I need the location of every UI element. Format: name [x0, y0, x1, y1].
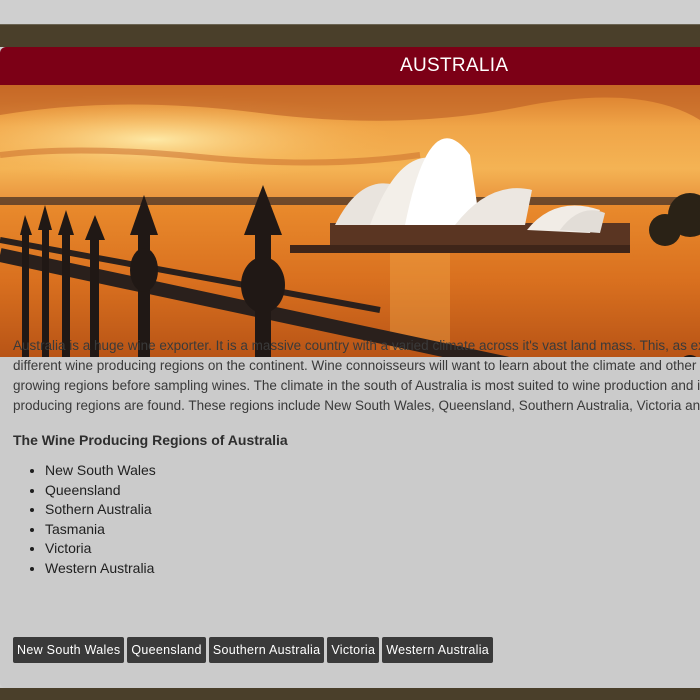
- new-south-wales-button[interactable]: New South Wales: [13, 637, 125, 663]
- western-australia-button[interactable]: Western Australia: [382, 637, 494, 663]
- bottom-frame-band: [0, 688, 700, 700]
- regions-heading: The Wine Producing Regions of Australia: [13, 432, 288, 448]
- list-item: Sothern Australia: [45, 500, 700, 520]
- intro-paragraph: Australia is a huge wine exporter. It is…: [13, 336, 700, 416]
- southern-australia-button[interactable]: Southern Australia: [208, 637, 325, 663]
- content-text: Australia is a huge wine exporter. It is…: [13, 336, 700, 579]
- list-item: Victoria: [45, 539, 700, 559]
- list-item: Tasmania: [45, 520, 700, 540]
- hero-image: [0, 85, 700, 357]
- list-item: New South Wales: [45, 461, 700, 481]
- page-title: AUSTRALIA: [400, 55, 509, 76]
- top-frame-band: [0, 24, 700, 47]
- intro-line: producing regions are found. These regio…: [13, 398, 700, 413]
- intro-line: different wine producing regions on the …: [13, 358, 700, 373]
- region-buttons: New South Wales Queensland Southern Aust…: [13, 637, 494, 663]
- intro-line: growing regions before sampling wines. T…: [13, 378, 700, 393]
- regions-list: New South Wales Queensland Sothern Austr…: [13, 461, 700, 579]
- intro-line: Australia is a huge wine exporter. It is…: [13, 338, 700, 353]
- victoria-button[interactable]: Victoria: [327, 637, 380, 663]
- sydney-opera-house-image: [0, 85, 700, 357]
- page: AUSTRALIA Australia is a huge wine expor…: [0, 0, 700, 700]
- list-item: Queensland: [45, 481, 700, 501]
- title-bar: AUSTRALIA: [0, 47, 700, 85]
- queensland-button[interactable]: Queensland: [127, 637, 206, 663]
- list-item: Western Australia: [45, 559, 700, 579]
